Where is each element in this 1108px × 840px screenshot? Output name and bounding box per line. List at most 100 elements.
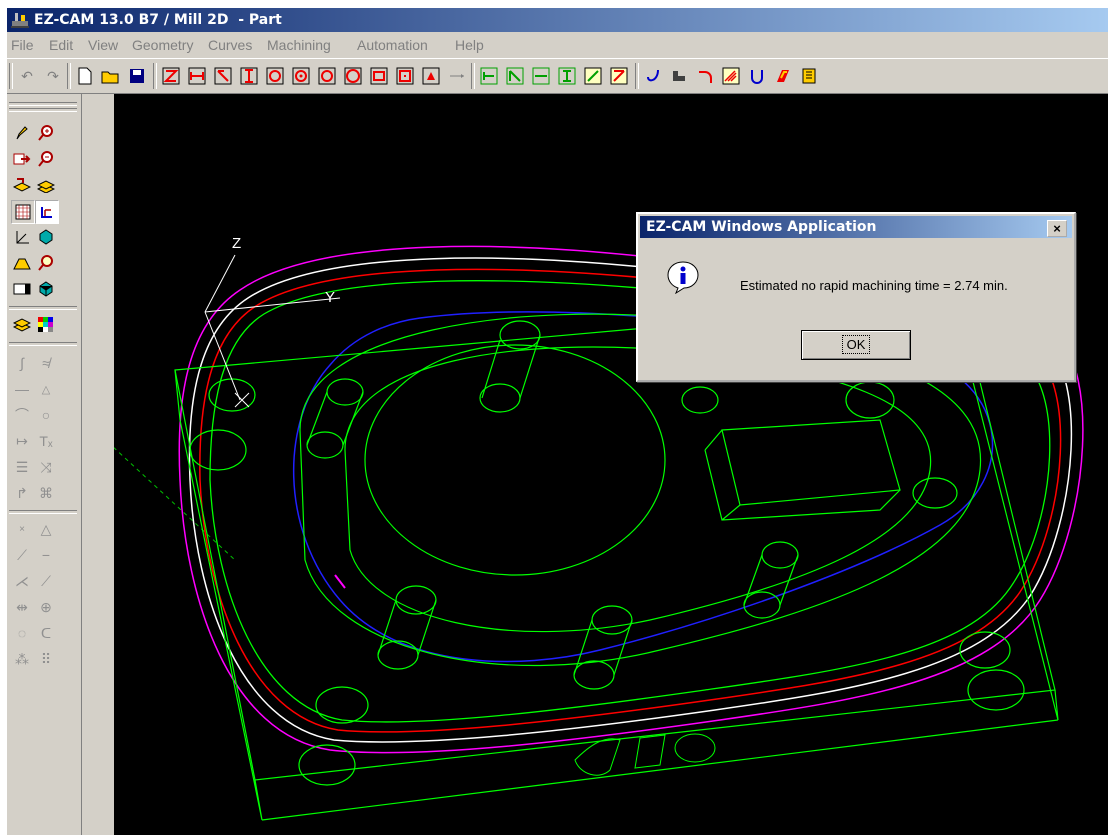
modify-fillet-icon[interactable] (583, 65, 603, 87)
pencil-icon[interactable] (11, 122, 33, 144)
axis-z-label: Z (232, 235, 241, 252)
title-bar: EZ-CAM 13.0 B7 / Mill 2D - Part (7, 8, 1108, 32)
zoom-window-icon[interactable] (35, 252, 57, 274)
ok-button-label: OK (841, 335, 871, 354)
bisect-icon[interactable]: ⋌ (11, 570, 33, 592)
info-icon (667, 261, 699, 294)
top-view-icon[interactable] (11, 252, 33, 274)
undo-icon[interactable]: ↶ (17, 65, 37, 87)
layers-icon[interactable] (11, 314, 33, 336)
wand-icon[interactable]: ⁂ (11, 648, 33, 670)
arc-tangent-icon[interactable]: ◌ (11, 622, 33, 644)
new-file-icon[interactable] (75, 65, 95, 87)
main-toolbar: ↶ ↷ (7, 58, 1108, 94)
transform-icon[interactable]: ⤨ (35, 456, 57, 478)
grid-icon[interactable] (11, 200, 35, 224)
tangent-icon[interactable]: ⇹ (11, 596, 33, 618)
modify-chamfer-icon[interactable] (609, 65, 629, 87)
solid-view-icon[interactable] (35, 278, 57, 300)
triangle-icon[interactable]: △ (35, 378, 57, 400)
spline-icon[interactable]: ∫ (11, 352, 33, 374)
menu-file[interactable]: File (11, 37, 34, 53)
ezcam-app-icon (11, 13, 29, 28)
line-angle-icon[interactable] (213, 65, 233, 87)
arc-icon[interactable]: ⌒ (11, 404, 33, 426)
text-icon[interactable]: Tₓ (35, 430, 57, 452)
3d-view-icon[interactable] (35, 226, 57, 248)
small-point-icon[interactable]: × (11, 518, 33, 540)
modify-join-icon[interactable] (557, 65, 577, 87)
circle-point-icon[interactable] (291, 65, 311, 87)
step-toolpath-icon[interactable] (669, 65, 689, 87)
menu-machining[interactable]: Machining (267, 37, 331, 53)
circle-center-icon[interactable] (265, 65, 285, 87)
part-drawing: Z Y (83, 235, 1084, 821)
menu-curves[interactable]: Curves (208, 37, 252, 53)
dialog-title-bar: EZ-CAM Windows Application × (640, 216, 1072, 238)
raised-block (704, 419, 901, 521)
corner-arrow-icon[interactable]: ↱ (11, 482, 33, 504)
engrave-icon[interactable]: ⌘ (35, 482, 57, 504)
angle-line-icon[interactable]: ⟋ (11, 544, 33, 566)
slot-toolpath-icon[interactable] (747, 65, 767, 87)
axis-tool-icon[interactable] (11, 226, 33, 248)
dash-icon[interactable]: − (35, 544, 57, 566)
shaded-view-icon[interactable] (11, 278, 33, 300)
nc-code-icon[interactable] (799, 65, 819, 87)
menu-bar: File Edit View Geometry Curves Machining… (7, 34, 1108, 56)
face-mill-icon[interactable] (773, 65, 793, 87)
start-marker (334, 574, 346, 589)
menu-help[interactable]: Help (455, 37, 484, 53)
hole-features (189, 320, 1025, 786)
point-icon[interactable] (421, 65, 441, 87)
zoom-out-icon[interactable] (35, 148, 57, 170)
curve-fit-icon[interactable]: ≉ (35, 352, 57, 374)
rectangle-center-icon[interactable] (395, 65, 415, 87)
ok-button[interactable]: OK (801, 330, 911, 360)
open-folder-icon[interactable] (101, 65, 121, 87)
menu-automation[interactable]: Automation (357, 37, 428, 53)
axis-y-label: Y (325, 289, 335, 306)
layer-stack-icon[interactable] (35, 174, 57, 196)
message-dialog: EZ-CAM Windows Application × Estimated n… (636, 212, 1076, 382)
line-vertical-icon[interactable] (239, 65, 259, 87)
dimension-icon[interactable] (447, 65, 467, 87)
zoom-in-icon[interactable] (35, 122, 57, 144)
redo-icon[interactable]: ↷ (43, 65, 63, 87)
measure-icon[interactable]: ↦ (11, 430, 33, 452)
color-palette-icon[interactable] (35, 314, 57, 336)
arc-toolpath-icon[interactable] (695, 65, 715, 87)
modify-extend-icon[interactable] (531, 65, 551, 87)
rectangle-icon[interactable] (369, 65, 389, 87)
line-icon[interactable]: — (11, 378, 33, 400)
circle-3point-icon[interactable] (343, 65, 363, 87)
menu-geometry[interactable]: Geometry (132, 37, 193, 53)
pocket-toolpath-icon[interactable] (721, 65, 741, 87)
dots-grid-icon[interactable]: ⠿ (35, 648, 57, 670)
exit-arrow-icon[interactable] (11, 148, 33, 170)
left-toolbar: ∫ ≉ — △ ⌒ ○ ↦ Tₓ ☰ ⤨ ↱ ⌘ × △ ⟋ − ⋌ ⟋ ⇹ ⊕… (7, 94, 82, 835)
save-icon[interactable] (127, 65, 147, 87)
window-title: EZ-CAM 13.0 B7 / Mill 2D - Part (34, 12, 282, 28)
bracket-icon[interactable]: ᑕ (35, 622, 57, 644)
modify-trim-icon[interactable] (479, 65, 499, 87)
line-horizontal-icon[interactable] (187, 65, 207, 87)
circle-icon[interactable]: ○ (35, 404, 57, 426)
plane-icon[interactable] (35, 200, 59, 224)
line-zigzag-icon[interactable] (161, 65, 181, 87)
contour-toolpath-icon[interactable] (643, 65, 663, 87)
cad-viewport[interactable]: Z Y (83, 94, 1108, 835)
slant-line-icon[interactable]: ⟋ (35, 570, 57, 592)
dialog-title: EZ-CAM Windows Application (646, 219, 877, 235)
engraving (574, 733, 716, 776)
menu-view[interactable]: View (88, 37, 118, 53)
circle-tangent-icon[interactable] (317, 65, 337, 87)
axis-triad (204, 254, 341, 408)
dialog-close-button[interactable]: × (1047, 220, 1067, 237)
modify-break-icon[interactable] (505, 65, 525, 87)
layer-down-icon[interactable] (11, 174, 33, 196)
hatch-icon[interactable]: ☰ (11, 456, 33, 478)
delta-icon[interactable]: △ (35, 518, 57, 540)
menu-edit[interactable]: Edit (49, 37, 73, 53)
plus-circle-icon[interactable]: ⊕ (35, 596, 57, 618)
